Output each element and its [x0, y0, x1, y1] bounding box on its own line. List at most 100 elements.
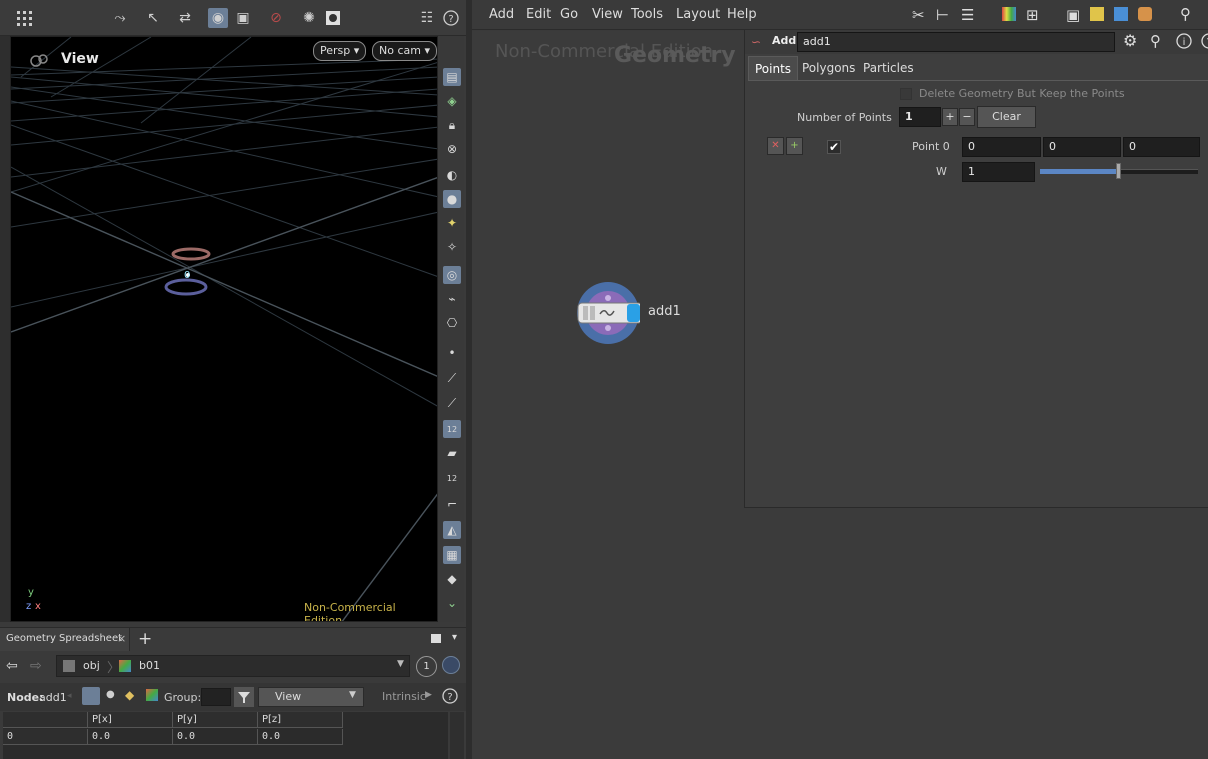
intrinsic-expand-icon[interactable]: ▶ [425, 690, 432, 700]
pin-number-badge[interactable]: 1 [416, 656, 437, 677]
search-icon[interactable]: ⚲ [1180, 5, 1191, 23]
background-display-icon[interactable]: ◆ [443, 570, 461, 588]
list-icon[interactable]: ☰ [961, 6, 974, 24]
lock-icon[interactable]: 🔒︎ [443, 116, 461, 134]
dot-icon[interactable] [1138, 7, 1152, 21]
texture-display-icon[interactable]: ◭ [443, 521, 461, 539]
tools-icon[interactable]: ✂ [912, 6, 925, 24]
snapshot-icon[interactable]: ▣ [233, 8, 253, 28]
view-dropdown[interactable]: View ▼ [258, 687, 364, 707]
tab-points[interactable]: Points [748, 56, 799, 81]
menu-tools[interactable]: Tools [631, 7, 663, 22]
select-tool-icon[interactable]: ⤳ [110, 8, 130, 28]
table-cell[interactable]: 0.0 [173, 729, 258, 745]
prim-display-icon[interactable]: ▰ [443, 444, 461, 462]
grid-menu-icon[interactable] [14, 8, 34, 28]
menu-go[interactable]: Go [560, 7, 578, 22]
delete-geo-checkbox[interactable] [900, 88, 912, 100]
pick-tool-icon[interactable]: ↖ [143, 8, 163, 28]
node-name-label[interactable]: add1 [648, 304, 681, 319]
headlight-icon[interactable]: ✧ [443, 238, 461, 256]
settings-box-icon[interactable] [323, 8, 343, 28]
gear-icon[interactable]: ⚙ [1123, 31, 1137, 50]
normal-display-icon[interactable]: ⟋ [443, 369, 461, 387]
color-palette-icon[interactable] [1002, 7, 1016, 21]
pane-menu-icon[interactable]: ▾ [452, 632, 457, 643]
table-row-index[interactable]: 0 [3, 729, 88, 745]
help-icon[interactable]: ? [441, 8, 461, 28]
menu-layout[interactable]: Layout [676, 7, 720, 22]
vertices-attrib-icon[interactable]: ● [106, 689, 115, 700]
scene-viewport[interactable]: View Persp ▾ No cam ▾ 0 y z x Non-Commer… [10, 36, 438, 622]
remove-point-button[interactable]: ✕ [767, 137, 784, 155]
network-box-icon[interactable]: ▣ [1066, 6, 1080, 24]
hide-icon[interactable]: ⊗ [443, 140, 461, 158]
add-tab-icon[interactable]: + [138, 629, 152, 649]
detail-attrib-icon[interactable] [146, 689, 158, 701]
point-enable-checkbox[interactable]: ✔ [827, 140, 841, 154]
spreadsheet-help-icon[interactable]: ? [442, 688, 458, 704]
path-field[interactable]: obj 〉 b01 ▼ [56, 655, 410, 677]
spreadsheet-scrollbar[interactable] [450, 712, 464, 759]
clear-button[interactable]: Clear [977, 106, 1036, 128]
camera-dropdown[interactable]: No cam ▾ [372, 41, 437, 61]
point-number-display-icon[interactable]: 12 [443, 420, 461, 438]
points-attrib-icon[interactable] [82, 687, 100, 705]
grid-view-icon[interactable]: ⊞ [1026, 6, 1039, 24]
group-field[interactable] [201, 688, 231, 706]
handle-icon[interactable]: ✺ [299, 8, 319, 28]
vector-display-icon[interactable]: ⟋ [443, 394, 461, 412]
column-header[interactable]: P[x] [88, 712, 173, 728]
w-slider-thumb[interactable] [1116, 163, 1121, 179]
edge-display-icon[interactable]: ⌐ [443, 495, 461, 513]
prim-number-display-icon[interactable]: 12 [443, 469, 461, 487]
insert-point-button[interactable]: + [786, 137, 803, 155]
info-icon[interactable]: i [1176, 33, 1192, 49]
num-points-field[interactable]: 1 [899, 107, 941, 127]
decrement-button[interactable]: − [959, 108, 975, 126]
display-ghost-icon[interactable]: ▤ [443, 68, 461, 86]
point0-z-field[interactable]: 0 [1123, 137, 1200, 157]
param-help-icon[interactable]: ? [1201, 33, 1208, 49]
path-dropdown-icon[interactable]: ▼ [397, 659, 404, 669]
path-node[interactable]: b01 [139, 659, 160, 672]
display-options-icon[interactable]: ☷ [417, 8, 437, 28]
point-display-icon[interactable]: • [443, 344, 461, 362]
tab-particles[interactable]: Particles [857, 56, 920, 80]
display-guides-icon[interactable]: ⌁ [443, 290, 461, 308]
image-icon[interactable] [1114, 7, 1128, 21]
sticky-note-icon[interactable] [1090, 7, 1104, 21]
table-cell[interactable]: 0.0 [258, 729, 343, 745]
menu-help[interactable]: Help [727, 7, 757, 22]
tab-polygons[interactable]: Polygons [796, 56, 861, 80]
point0-y-field[interactable]: 0 [1043, 137, 1121, 157]
filter-icon[interactable] [234, 687, 254, 707]
lighting-icon[interactable]: ● [443, 190, 461, 208]
light-bulb-icon[interactable]: ✦ [443, 214, 461, 232]
tree-icon[interactable]: ⊢ [936, 6, 949, 24]
checker-display-icon[interactable]: ▦ [443, 546, 461, 564]
close-tab-icon[interactable]: × [117, 632, 126, 645]
scene-camera-icon[interactable]: ⎔ [443, 314, 461, 332]
tab-geometry-spreadsheet[interactable]: Geometry Spreadsheet × [0, 628, 130, 652]
column-header[interactable]: P[z] [258, 712, 343, 728]
intrinsic-label[interactable]: Intrinsic [382, 690, 426, 703]
shading-icon[interactable]: ◐ [443, 166, 461, 184]
record-icon[interactable]: ⊘ [266, 8, 286, 28]
link-pane-icon[interactable] [442, 656, 460, 674]
point0-x-field[interactable]: 0 [962, 137, 1041, 157]
back-arrow-icon[interactable]: ⇦ [6, 658, 18, 674]
view-camera-icon[interactable]: ◉ [208, 8, 228, 28]
node-name-field[interactable]: add1 [797, 32, 1115, 52]
table-cell[interactable]: 0.0 [88, 729, 173, 745]
primitives-attrib-icon[interactable]: ◆ [125, 688, 134, 702]
persp-dropdown[interactable]: Persp ▾ [313, 41, 367, 61]
menu-add[interactable]: Add [489, 7, 514, 22]
path-obj[interactable]: obj [83, 659, 100, 672]
pane-layout-icon[interactable] [431, 634, 441, 643]
menu-view[interactable]: View [592, 7, 623, 22]
forward-arrow-icon[interactable]: ⇨ [30, 658, 42, 674]
transform-tool-icon[interactable]: ⇄ [175, 8, 195, 28]
column-header[interactable]: P[y] [173, 712, 258, 728]
camera-view-icon[interactable]: ◎ [443, 266, 461, 284]
